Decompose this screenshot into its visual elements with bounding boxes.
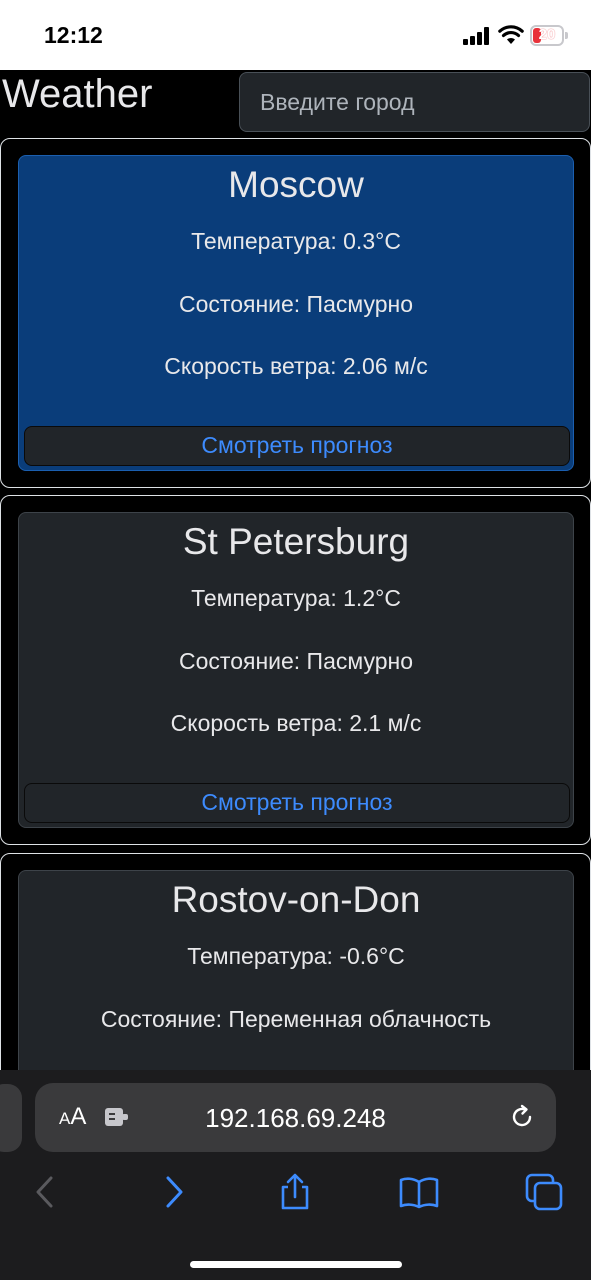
- city-card-body[interactable]: Moscow Температура: 0.3°C Состояние: Пас…: [18, 155, 574, 471]
- temperature-text: Температура: 1.2°C: [191, 585, 401, 611]
- browser-toolbar: AA 192.168.69.248: [0, 1070, 591, 1280]
- back-icon[interactable]: [26, 1172, 66, 1212]
- forward-icon[interactable]: [154, 1172, 194, 1212]
- signal-icon: [463, 27, 491, 45]
- city-name: Rostov-on-Don: [171, 879, 421, 920]
- status-bar: 12:12 20: [0, 0, 591, 70]
- condition-text: Состояние: Переменная облачность: [100, 1006, 492, 1032]
- temperature-text: Температура: 0.3°C: [191, 228, 401, 254]
- battery-level: 20: [538, 26, 556, 43]
- city-search-input[interactable]: [239, 72, 590, 132]
- condition-text: Состояние: Пасмурно: [179, 648, 413, 674]
- tabs-icon[interactable]: [524, 1172, 564, 1212]
- temperature-text: Температура: -0.6°C: [187, 943, 405, 969]
- battery-icon: 20: [530, 25, 568, 46]
- screen: 12:12 20 Weather Moscow Температура: 0.3…: [0, 0, 591, 1280]
- app-title: Weather: [2, 72, 153, 116]
- status-time: 12:12: [44, 22, 103, 48]
- bookmarks-icon[interactable]: [399, 1172, 439, 1212]
- url-text: 192.168.69.248: [205, 1103, 386, 1133]
- city-name: St Petersburg: [182, 521, 410, 562]
- previous-tab-preview[interactable]: [0, 1084, 22, 1152]
- city-card-body[interactable]: St Petersburg Температура: 1.2°C Состоян…: [18, 512, 574, 828]
- wind-speed-text: Скорость ветра: 2.1 м/с: [170, 710, 422, 736]
- city-card: St Petersburg Температура: 1.2°C Состоян…: [0, 495, 591, 845]
- view-forecast-button[interactable]: Смотреть прогноз: [24, 426, 570, 466]
- city-card: Moscow Температура: 0.3°C Состояние: Пас…: [0, 138, 591, 488]
- share-icon[interactable]: [275, 1172, 315, 1212]
- condition-text: Состояние: Пасмурно: [179, 291, 413, 317]
- wind-speed-text: Скорость ветра: 2.06 м/с: [164, 353, 428, 379]
- home-indicator: [190, 1261, 402, 1268]
- view-forecast-button[interactable]: Смотреть прогноз: [24, 783, 570, 823]
- wifi-icon: [498, 25, 524, 44]
- address-bar[interactable]: AA 192.168.69.248: [35, 1083, 556, 1152]
- reload-icon[interactable]: [509, 1104, 535, 1130]
- city-name: Moscow: [228, 164, 364, 205]
